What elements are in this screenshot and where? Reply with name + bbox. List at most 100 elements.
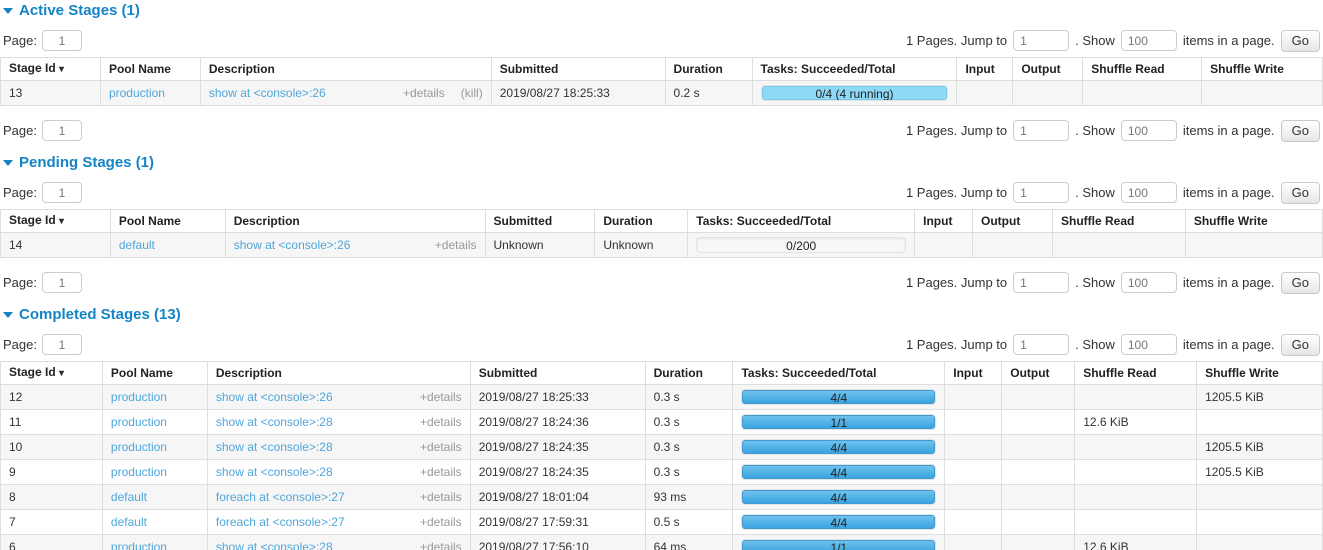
show-count-input[interactable] bbox=[1121, 182, 1177, 203]
section-heading[interactable]: Completed Stages (13) bbox=[3, 306, 1323, 323]
column-header-output[interactable]: Output bbox=[1002, 362, 1075, 385]
pool-name-link[interactable]: production bbox=[111, 540, 167, 550]
column-header-shuffle-read[interactable]: Shuffle Read bbox=[1083, 58, 1202, 81]
output-cell bbox=[1002, 510, 1075, 535]
description-link[interactable]: foreach at <console>:27 bbox=[216, 516, 345, 529]
column-header-output[interactable]: Output bbox=[973, 210, 1053, 233]
description-link[interactable]: show at <console>:26 bbox=[216, 391, 333, 404]
show-count-input[interactable] bbox=[1121, 272, 1177, 293]
page-input[interactable] bbox=[42, 272, 82, 293]
pagination-right: 1 Pages. Jump to. Showitems in a page.Go bbox=[906, 272, 1320, 294]
show-count-input[interactable] bbox=[1121, 30, 1177, 51]
duration-cell: 64 ms bbox=[645, 535, 733, 550]
details-toggle[interactable]: +details bbox=[420, 541, 462, 550]
section-title: Active Stages (1) bbox=[19, 2, 140, 19]
column-header-pool-name[interactable]: Pool Name bbox=[110, 210, 225, 233]
show-count-input[interactable] bbox=[1121, 120, 1177, 141]
pool-name-link[interactable]: production bbox=[111, 440, 167, 454]
details-toggle[interactable]: +details bbox=[435, 239, 477, 252]
page-input[interactable] bbox=[42, 182, 82, 203]
column-header-duration[interactable]: Duration bbox=[645, 362, 733, 385]
pool-name-link[interactable]: default bbox=[119, 238, 155, 252]
go-button[interactable]: Go bbox=[1281, 272, 1320, 294]
column-header-duration[interactable]: Duration bbox=[595, 210, 688, 233]
column-header-submitted[interactable]: Submitted bbox=[470, 362, 645, 385]
table-row: 12productionshow at <console>:26+details… bbox=[1, 385, 1323, 410]
column-header-duration[interactable]: Duration bbox=[665, 58, 752, 81]
column-header-pool-name[interactable]: Pool Name bbox=[102, 362, 207, 385]
page-input[interactable] bbox=[42, 120, 82, 141]
details-toggle[interactable]: +details bbox=[420, 516, 462, 529]
column-header-stage-id[interactable]: Stage Id ▾ bbox=[1, 58, 101, 81]
section-heading[interactable]: Pending Stages (1) bbox=[3, 154, 1323, 171]
jump-to-input[interactable] bbox=[1013, 120, 1069, 141]
column-header-stage-id[interactable]: Stage Id ▾ bbox=[1, 210, 111, 233]
column-header-shuffle-write[interactable]: Shuffle Write bbox=[1202, 58, 1323, 81]
column-header-shuffle-write[interactable]: Shuffle Write bbox=[1197, 362, 1323, 385]
details-toggle[interactable]: +details bbox=[420, 466, 462, 479]
description-cell: show at <console>:28 +details bbox=[207, 435, 470, 460]
details-toggle[interactable]: +details bbox=[420, 391, 462, 404]
description-link[interactable]: show at <console>:28 bbox=[216, 466, 333, 479]
pagination-row: Page:1 Pages. Jump to. Showitems in a pa… bbox=[0, 119, 1323, 142]
description-link[interactable]: show at <console>:26 bbox=[234, 239, 351, 252]
description-cell: show at <console>:26 +details bbox=[207, 385, 470, 410]
table-row: 11productionshow at <console>:28+details… bbox=[1, 410, 1323, 435]
column-header-input[interactable]: Input bbox=[945, 362, 1002, 385]
pool-name-link[interactable]: default bbox=[111, 515, 147, 529]
column-header-description[interactable]: Description bbox=[207, 362, 470, 385]
column-header-submitted[interactable]: Submitted bbox=[491, 58, 665, 81]
description-link[interactable]: show at <console>:26 bbox=[209, 87, 326, 100]
column-header-shuffle-write[interactable]: Shuffle Write bbox=[1185, 210, 1322, 233]
column-header-shuffle-read[interactable]: Shuffle Read bbox=[1075, 362, 1197, 385]
show-count-input[interactable] bbox=[1121, 334, 1177, 355]
section-heading[interactable]: Active Stages (1) bbox=[3, 2, 1323, 19]
jump-to-input[interactable] bbox=[1013, 30, 1069, 51]
column-header-tasks-succeeded-total[interactable]: Tasks: Succeeded/Total bbox=[688, 210, 915, 233]
page-input[interactable] bbox=[42, 334, 82, 355]
stages-table: Stage Id ▾Pool NameDescriptionSubmittedD… bbox=[0, 57, 1323, 106]
tasks-progress-bar: 4/4 bbox=[741, 489, 936, 505]
column-header-output[interactable]: Output bbox=[1013, 58, 1083, 81]
pool-name-link[interactable]: default bbox=[111, 490, 147, 504]
column-header-input[interactable]: Input bbox=[915, 210, 973, 233]
tasks-progress-label: 4/4 bbox=[742, 441, 935, 455]
pool-name-link[interactable]: production bbox=[109, 86, 165, 100]
tasks-cell: 4/4 bbox=[733, 510, 945, 535]
column-header-tasks-succeeded-total[interactable]: Tasks: Succeeded/Total bbox=[752, 58, 957, 81]
pool-name-link[interactable]: production bbox=[111, 390, 167, 404]
column-header-description[interactable]: Description bbox=[200, 58, 491, 81]
details-toggle[interactable]: +details bbox=[420, 416, 462, 429]
go-button[interactable]: Go bbox=[1281, 334, 1320, 356]
jump-to-input[interactable] bbox=[1013, 334, 1069, 355]
column-header-input[interactable]: Input bbox=[957, 58, 1013, 81]
pagination-left: Page: bbox=[3, 272, 82, 293]
column-header-pool-name[interactable]: Pool Name bbox=[100, 58, 200, 81]
submitted-cell: 2019/08/27 18:25:33 bbox=[470, 385, 645, 410]
jump-to-input[interactable] bbox=[1013, 272, 1069, 293]
go-button[interactable]: Go bbox=[1281, 120, 1320, 142]
description-link[interactable]: foreach at <console>:27 bbox=[216, 491, 345, 504]
kill-link[interactable]: (kill) bbox=[461, 87, 483, 100]
show-label: . Show bbox=[1075, 337, 1115, 352]
column-header-shuffle-read[interactable]: Shuffle Read bbox=[1052, 210, 1185, 233]
stage-id-cell: 14 bbox=[1, 233, 111, 258]
column-header-description[interactable]: Description bbox=[225, 210, 485, 233]
description-link[interactable]: show at <console>:28 bbox=[216, 441, 333, 454]
column-header-tasks-succeeded-total[interactable]: Tasks: Succeeded/Total bbox=[733, 362, 945, 385]
go-button[interactable]: Go bbox=[1281, 30, 1320, 52]
jump-to-input[interactable] bbox=[1013, 182, 1069, 203]
pool-name-link[interactable]: production bbox=[111, 465, 167, 479]
column-header-stage-id[interactable]: Stage Id ▾ bbox=[1, 362, 103, 385]
description-link[interactable]: show at <console>:28 bbox=[216, 416, 333, 429]
description-link[interactable]: show at <console>:28 bbox=[216, 541, 333, 550]
page-input[interactable] bbox=[42, 30, 82, 51]
details-toggle[interactable]: +details bbox=[403, 87, 445, 100]
details-toggle[interactable]: +details bbox=[420, 441, 462, 454]
shuffle-write-cell: 1205.5 KiB bbox=[1197, 460, 1323, 485]
column-header-submitted[interactable]: Submitted bbox=[485, 210, 595, 233]
details-toggle[interactable]: +details bbox=[420, 491, 462, 504]
submitted-cell: 2019/08/27 18:25:33 bbox=[491, 81, 665, 106]
go-button[interactable]: Go bbox=[1281, 182, 1320, 204]
pool-name-link[interactable]: production bbox=[111, 415, 167, 429]
